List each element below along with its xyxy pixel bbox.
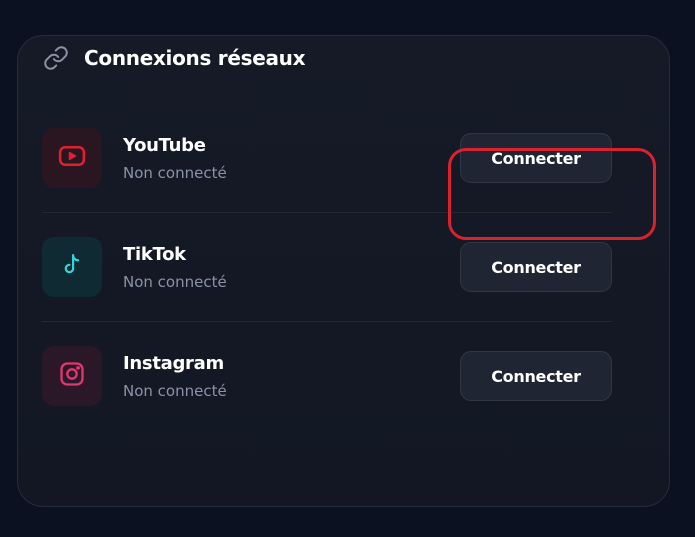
network-row-instagram: Instagram Non connecté Connecter — [42, 346, 612, 406]
network-status: Non connecté — [123, 164, 227, 182]
connect-instagram-button[interactable]: Connecter — [460, 351, 612, 401]
divider — [42, 321, 612, 322]
network-name: TikTok — [123, 244, 186, 265]
instagram-icon — [58, 360, 86, 392]
section-title: Connexions réseaux — [84, 46, 306, 70]
youtube-tile — [42, 128, 102, 188]
tiktok-tile — [42, 237, 102, 297]
network-row-tiktok: TikTok Non connecté Connecter — [42, 237, 612, 297]
divider — [42, 212, 612, 213]
youtube-icon — [57, 141, 87, 175]
tiktok-icon — [59, 252, 85, 282]
network-name: YouTube — [123, 135, 206, 156]
section-header: Connexions réseaux — [43, 44, 306, 72]
connect-tiktok-button[interactable]: Connecter — [460, 242, 612, 292]
network-name: Instagram — [123, 353, 224, 374]
instagram-tile — [42, 346, 102, 406]
network-status: Non connecté — [123, 382, 227, 400]
connect-youtube-button[interactable]: Connecter — [460, 133, 612, 183]
link-icon — [43, 45, 69, 71]
network-status: Non connecté — [123, 273, 227, 291]
network-row-youtube: YouTube Non connecté Connecter — [42, 128, 612, 188]
